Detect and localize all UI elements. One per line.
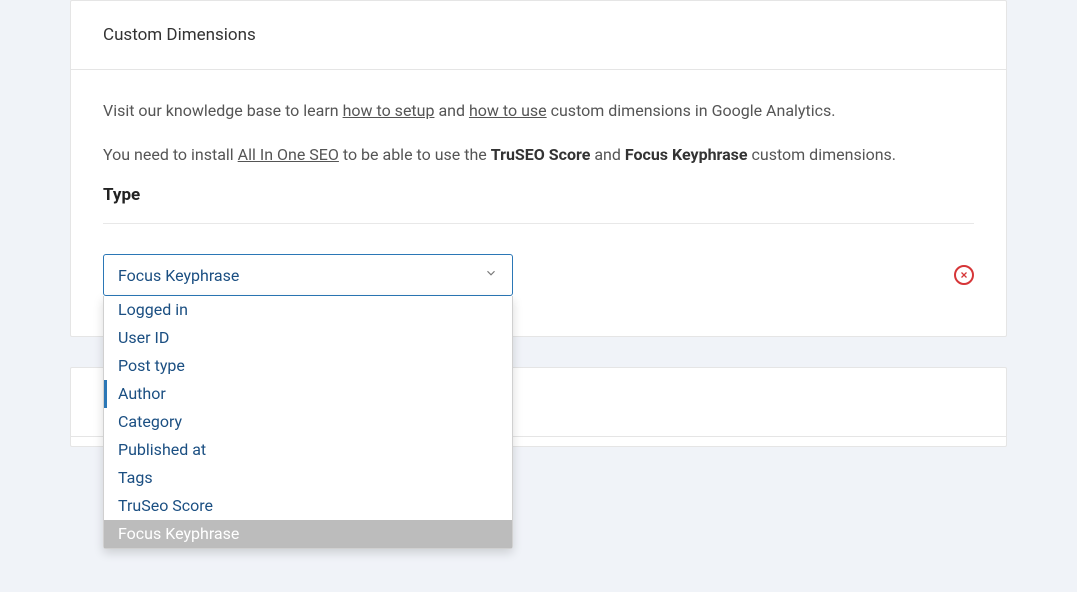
type-option[interactable]: Published at (104, 436, 512, 464)
type-label: Type (103, 185, 974, 205)
type-option[interactable]: Category (104, 408, 512, 436)
intro-text-2: You need to install All In One SEO to be… (103, 142, 974, 168)
type-dropdown[interactable]: Logged inUser IDPost typeAuthorCategoryP… (103, 296, 513, 549)
truseo-score-label: TruSEO Score (491, 145, 591, 164)
custom-dimensions-panel: Custom Dimensions Visit our knowledge ba… (70, 0, 1007, 337)
all-in-one-seo-link[interactable]: All In One SEO (238, 145, 339, 164)
focus-keyphrase-label: Focus Keyphrase (625, 145, 748, 164)
type-option[interactable]: User ID (104, 324, 512, 352)
how-to-setup-link[interactable]: how to setup (343, 101, 435, 120)
type-option[interactable]: Focus Keyphrase (104, 520, 512, 548)
type-option[interactable]: Tags (104, 464, 512, 492)
divider (103, 223, 974, 224)
how-to-use-link[interactable]: how to use (469, 101, 547, 120)
dimension-row: Focus Keyphrase Logged inUser IDPost typ… (103, 254, 974, 296)
type-option[interactable]: Logged in (104, 296, 512, 324)
chevron-down-icon (484, 266, 498, 284)
remove-button[interactable] (954, 265, 974, 285)
intro-text-1: Visit our knowledge base to learn how to… (103, 98, 974, 124)
panel-title: Custom Dimensions (71, 1, 1006, 70)
panel-body: Visit our knowledge base to learn how to… (71, 70, 1006, 336)
type-option[interactable]: Author (104, 380, 512, 408)
type-select[interactable]: Focus Keyphrase (103, 254, 513, 296)
type-select-value: Focus Keyphrase (118, 266, 239, 285)
close-icon (959, 270, 969, 280)
type-option[interactable]: Post type (104, 352, 512, 380)
type-select-wrap: Focus Keyphrase Logged inUser IDPost typ… (103, 254, 513, 296)
type-option[interactable]: TruSeo Score (104, 492, 512, 520)
